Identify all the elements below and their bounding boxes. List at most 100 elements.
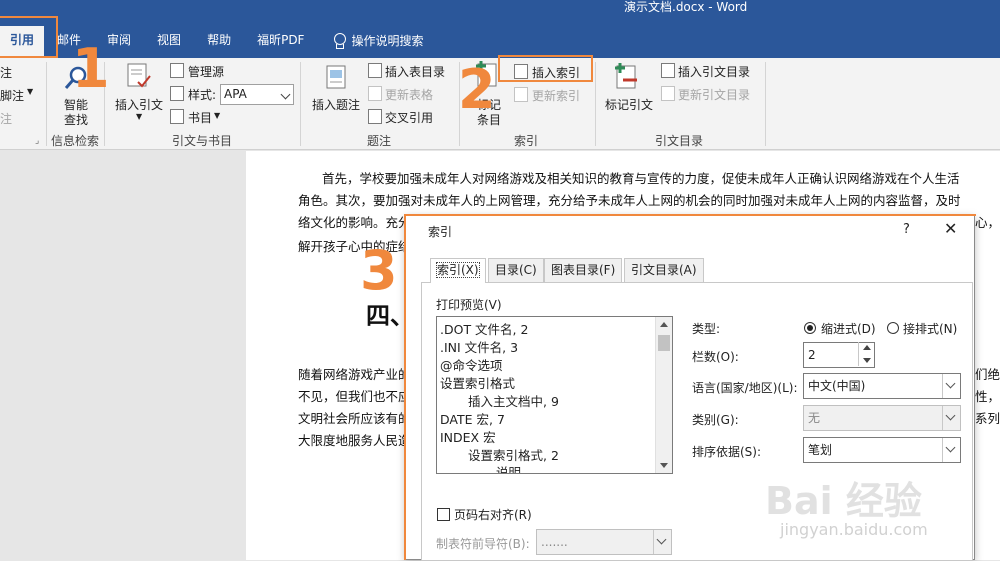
tab-table-of-figures[interactable]: 图表目录(F) [544, 258, 623, 282]
insert-caption-label: 插入题注 [312, 98, 361, 112]
group-citations-label: 引文与书目 [172, 134, 233, 148]
scroll-up-icon[interactable] [660, 322, 668, 327]
bibliography-button[interactable]: 书目 [188, 109, 212, 126]
language-value: 中文(中国) [808, 379, 866, 393]
footnote-partial-3[interactable]: 注 [0, 110, 12, 127]
footnote-partial-1[interactable]: 注 [0, 64, 12, 81]
update-toa-icon [661, 86, 675, 101]
tab-leader-select[interactable]: ....... [536, 529, 672, 555]
annotation-number-2: 2 [458, 58, 496, 121]
lightbulb-icon [333, 33, 347, 49]
doc-line-2: 角色。其次，要加强对未成年人的上网管理，充分给予未成年人上网的机会的同时加强对未… [298, 193, 961, 208]
preview-line: .INI 文件名, 3 [440, 340, 519, 355]
doc-line-1: 首先，学校要加强未成年人对网络游戏及相关知识的教育与宣传的力度，促使未成年人正确… [322, 171, 960, 186]
sort-value: 笔划 [808, 443, 833, 457]
tab-table-of-authorities[interactable]: 引文目录(A) [624, 258, 704, 282]
close-icon[interactable]: ✕ [944, 220, 957, 238]
cross-reference-button[interactable]: 交叉引用 [385, 109, 433, 126]
category-select[interactable]: 无 [803, 405, 961, 431]
group-captions-label: 题注 [367, 134, 392, 148]
footnote-partial-2[interactable]: 脚注 [0, 87, 24, 104]
doc-line-6-tail: 性， [975, 389, 1000, 404]
update-index-button[interactable]: 更新索引 [532, 87, 580, 104]
tell-me-search[interactable]: 操作说明搜索 [317, 26, 423, 56]
group-divider [595, 62, 596, 146]
chevron-down-icon [942, 438, 960, 462]
print-preview-label: 打印预览(V) [436, 298, 502, 312]
update-toa-button[interactable]: 更新引文目录 [678, 86, 750, 103]
category-value: 无 [808, 411, 821, 425]
update-table-button[interactable]: 更新表格 [385, 86, 433, 103]
tab-toc[interactable]: 目录(C) [488, 258, 544, 282]
columns-spinner[interactable] [858, 342, 874, 366]
radio-run-in[interactable] [887, 322, 899, 334]
dialog-title: 索引 [428, 225, 453, 239]
insert-caption-icon [326, 65, 346, 89]
language-label: 语言(国家/地区)(L): [692, 381, 798, 395]
watermark-logo: Bai 经验 [765, 479, 922, 523]
annotation-box-insert-index [498, 55, 593, 82]
doc-line-5: 随着网络游戏产业的 [298, 367, 411, 382]
tab-index-label: 索引(X) [436, 262, 480, 278]
radio-indented[interactable] [804, 322, 816, 334]
tab-help[interactable]: 帮助 [194, 26, 244, 56]
mark-citation-icon [615, 63, 637, 89]
title-bar: 演示文档.docx - Word 引用 邮件 审阅 视图 帮助 福昕PDF 操作… [0, 0, 1000, 58]
chevron-down-icon [942, 406, 960, 430]
right-align-label: 页码右对齐(R) [454, 508, 532, 522]
type-label: 类型: [692, 322, 721, 336]
radio-indented-label: 缩进式(D) [821, 322, 876, 336]
manage-sources-button[interactable]: 管理源 [188, 63, 224, 80]
insert-citation-icon [127, 63, 151, 88]
tab-foxit-pdf[interactable]: 福昕PDF [244, 26, 317, 56]
navigation-margin [0, 151, 246, 560]
insert-table-of-figures-button[interactable]: 插入表目录 [385, 63, 445, 80]
print-preview-list[interactable]: .DOT 文件名, 2 .INI 文件名, 3 @命令选项 设置索引格式 插入主… [436, 316, 673, 474]
annotation-number-3: 3 [360, 239, 398, 302]
language-select[interactable]: 中文(中国) [803, 373, 961, 399]
chevron-down-icon [653, 530, 671, 554]
chevron-down-icon [942, 374, 960, 398]
doc-line-5-tail: 们绝 [975, 367, 1000, 382]
preview-line: .DOT 文件名, 2 [440, 322, 529, 337]
style-label: 样式: [188, 88, 217, 102]
insert-toa-button[interactable]: 插入引文目录 [678, 63, 750, 80]
window-title: 演示文档.docx - Word [624, 0, 748, 14]
right-align-checkbox[interactable] [437, 508, 450, 521]
sort-select[interactable]: 笔划 [803, 437, 961, 463]
style-icon [170, 86, 184, 101]
chevron-down-icon: ▼ [136, 112, 143, 121]
dialog-launcher-icon[interactable]: ⌟ [35, 136, 39, 146]
mark-citation-label: 标记引文 [605, 98, 654, 112]
insert-citation-label: 插入引文 [115, 98, 164, 112]
chevron-down-icon [280, 89, 291, 100]
annotation-line [404, 214, 976, 216]
group-divider [765, 62, 766, 146]
doc-line-3: 络文化的影响。充分 [298, 215, 411, 230]
help-button[interactable]: ? [903, 222, 910, 237]
doc-line-7: 文明社会所应该有的 [298, 411, 411, 426]
tab-view[interactable]: 视图 [144, 26, 194, 56]
scroll-thumb[interactable] [658, 335, 670, 351]
spin-down-icon[interactable] [863, 358, 871, 363]
doc-line-8: 大限度地服务人民造 [298, 433, 411, 448]
style-select[interactable]: APA [220, 84, 294, 105]
scroll-down-icon[interactable] [660, 463, 668, 468]
watermark-url: jingyan.baidu.com [780, 520, 928, 539]
group-index-label: 索引 [514, 134, 539, 148]
tab-index[interactable]: 索引(X) [430, 258, 486, 283]
preview-scrollbar[interactable] [655, 317, 672, 473]
annotation-line [404, 214, 406, 560]
sort-label: 排序依据(S): [692, 445, 762, 459]
doc-line-3-tail: 心， [975, 215, 1000, 230]
cross-reference-icon [368, 109, 382, 124]
group-research-label: 信息检索 [51, 134, 100, 148]
spin-up-icon[interactable] [863, 345, 871, 350]
preview-line: DATE 宏, 7 [440, 412, 505, 427]
bibliography-icon [170, 109, 184, 124]
manage-sources-icon [170, 63, 184, 78]
annotation-number-1: 1 [72, 37, 110, 100]
table-of-figures-icon [368, 63, 382, 78]
ribbon-tabs: 引用 邮件 审阅 视图 帮助 福昕PDF 操作说明搜索 [0, 26, 423, 57]
preview-line: 设置索引格式 [440, 376, 516, 391]
